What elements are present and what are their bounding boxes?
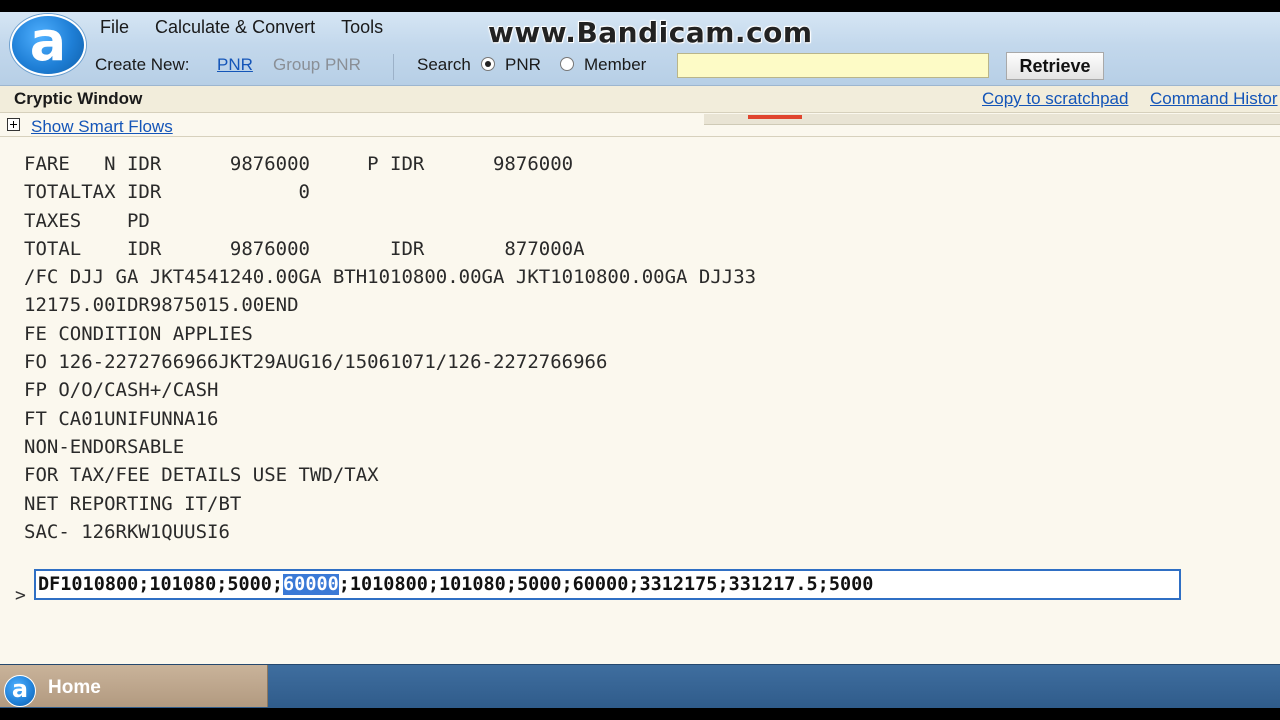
bottom-taskbar: a Home — [0, 664, 1280, 708]
terminal-line: FO 126-2272766966JKT29AUG16/15061071/126… — [24, 351, 608, 374]
copy-to-scratchpad-link[interactable]: Copy to scratchpad — [982, 89, 1128, 109]
terminal-line: /FC DJJ GA JKT4541240.00GA BTH1010800.00… — [24, 266, 757, 289]
content-divider — [0, 136, 1280, 137]
retrieve-button[interactable]: Retrieve — [1006, 52, 1104, 80]
expand-plus-icon[interactable] — [7, 118, 20, 131]
terminal-line: SAC- 126RKW1QUUSI6 — [24, 520, 230, 543]
cryptic-window-header: Cryptic Window Copy to scratchpad Comman… — [0, 86, 1280, 113]
command-text[interactable]: DF1010800;101080;5000;60000;1010800;1010… — [38, 572, 873, 598]
search-label: Search — [417, 55, 471, 74]
create-pnr-link[interactable]: PNR — [217, 54, 253, 76]
home-logo-letter: a — [11, 675, 29, 703]
search-member-label: Member — [584, 55, 647, 74]
menu-bar: File Calculate & Convert Tools — [100, 16, 409, 42]
command-text-before: DF1010800;101080;5000; — [38, 574, 284, 595]
terminal-line: FT CA01UNIFUNNA16 — [24, 407, 219, 430]
terminal-line: FOR TAX/FEE DETAILS USE TWD/TAX — [24, 464, 379, 487]
home-logo-icon: a — [4, 675, 36, 707]
command-input[interactable]: DF1010800;101080;5000;60000;1010800;1010… — [34, 569, 1181, 600]
terminal-line: NET REPORTING IT/BT — [24, 492, 242, 515]
terminal-line: FE CONDITION APPLIES — [24, 322, 253, 345]
terminal-line: NON-ENDORSABLE — [24, 435, 185, 458]
app-window: a File Calculate & Convert Tools www.Ban… — [0, 12, 1280, 708]
command-history-link[interactable]: Command Histor — [1150, 89, 1278, 109]
cryptic-window-title: Cryptic Window — [14, 89, 143, 108]
bandicam-watermark: www.Bandicam.com — [488, 16, 813, 49]
home-tab[interactable]: a Home — [0, 665, 268, 707]
search-input[interactable] — [677, 53, 989, 78]
menu-tools[interactable]: Tools — [341, 16, 383, 42]
command-text-selected: 60000 — [283, 574, 339, 595]
terminal-line: FP O/O/CASH+/CASH — [24, 379, 219, 402]
smart-flows-row: Show Smart Flows — [0, 114, 1280, 138]
home-label: Home — [48, 677, 101, 698]
create-group-pnr-link: Group PNR — [273, 55, 361, 74]
terminal-line: TAXES PD — [24, 209, 150, 232]
menu-calculate-convert[interactable]: Calculate & Convert — [155, 16, 315, 42]
radio-unselected-icon — [560, 56, 574, 71]
terminal-line: TOTAL IDR 9876000 IDR 877000A — [24, 237, 585, 260]
terminal-line: TOTALTAX IDR 0 — [24, 181, 310, 204]
search-member-radio[interactable]: Member — [560, 54, 646, 76]
terminal-line: FARE N IDR 9876000 P IDR 9876000 — [24, 153, 574, 175]
show-smart-flows-link[interactable]: Show Smart Flows — [31, 117, 173, 137]
create-new-label: Create New: — [95, 55, 190, 74]
search-pnr-label: PNR — [505, 55, 541, 74]
terminal-output: FARE N IDR 9876000 P IDR 9876000 TOTALTA… — [24, 150, 756, 546]
command-text-after: ;1010800;101080;5000;60000;3312175;33121… — [338, 574, 874, 595]
search-pnr-radio[interactable]: PNR — [481, 54, 541, 76]
command-prompt: > — [15, 585, 26, 606]
top-toolbar: a File Calculate & Convert Tools www.Ban… — [0, 12, 1280, 86]
terminal-line: 12175.00IDR9875015.00END — [24, 294, 299, 317]
radio-selected-icon — [481, 56, 495, 71]
toolbar-separator — [393, 54, 394, 80]
menu-file[interactable]: File — [100, 16, 129, 42]
